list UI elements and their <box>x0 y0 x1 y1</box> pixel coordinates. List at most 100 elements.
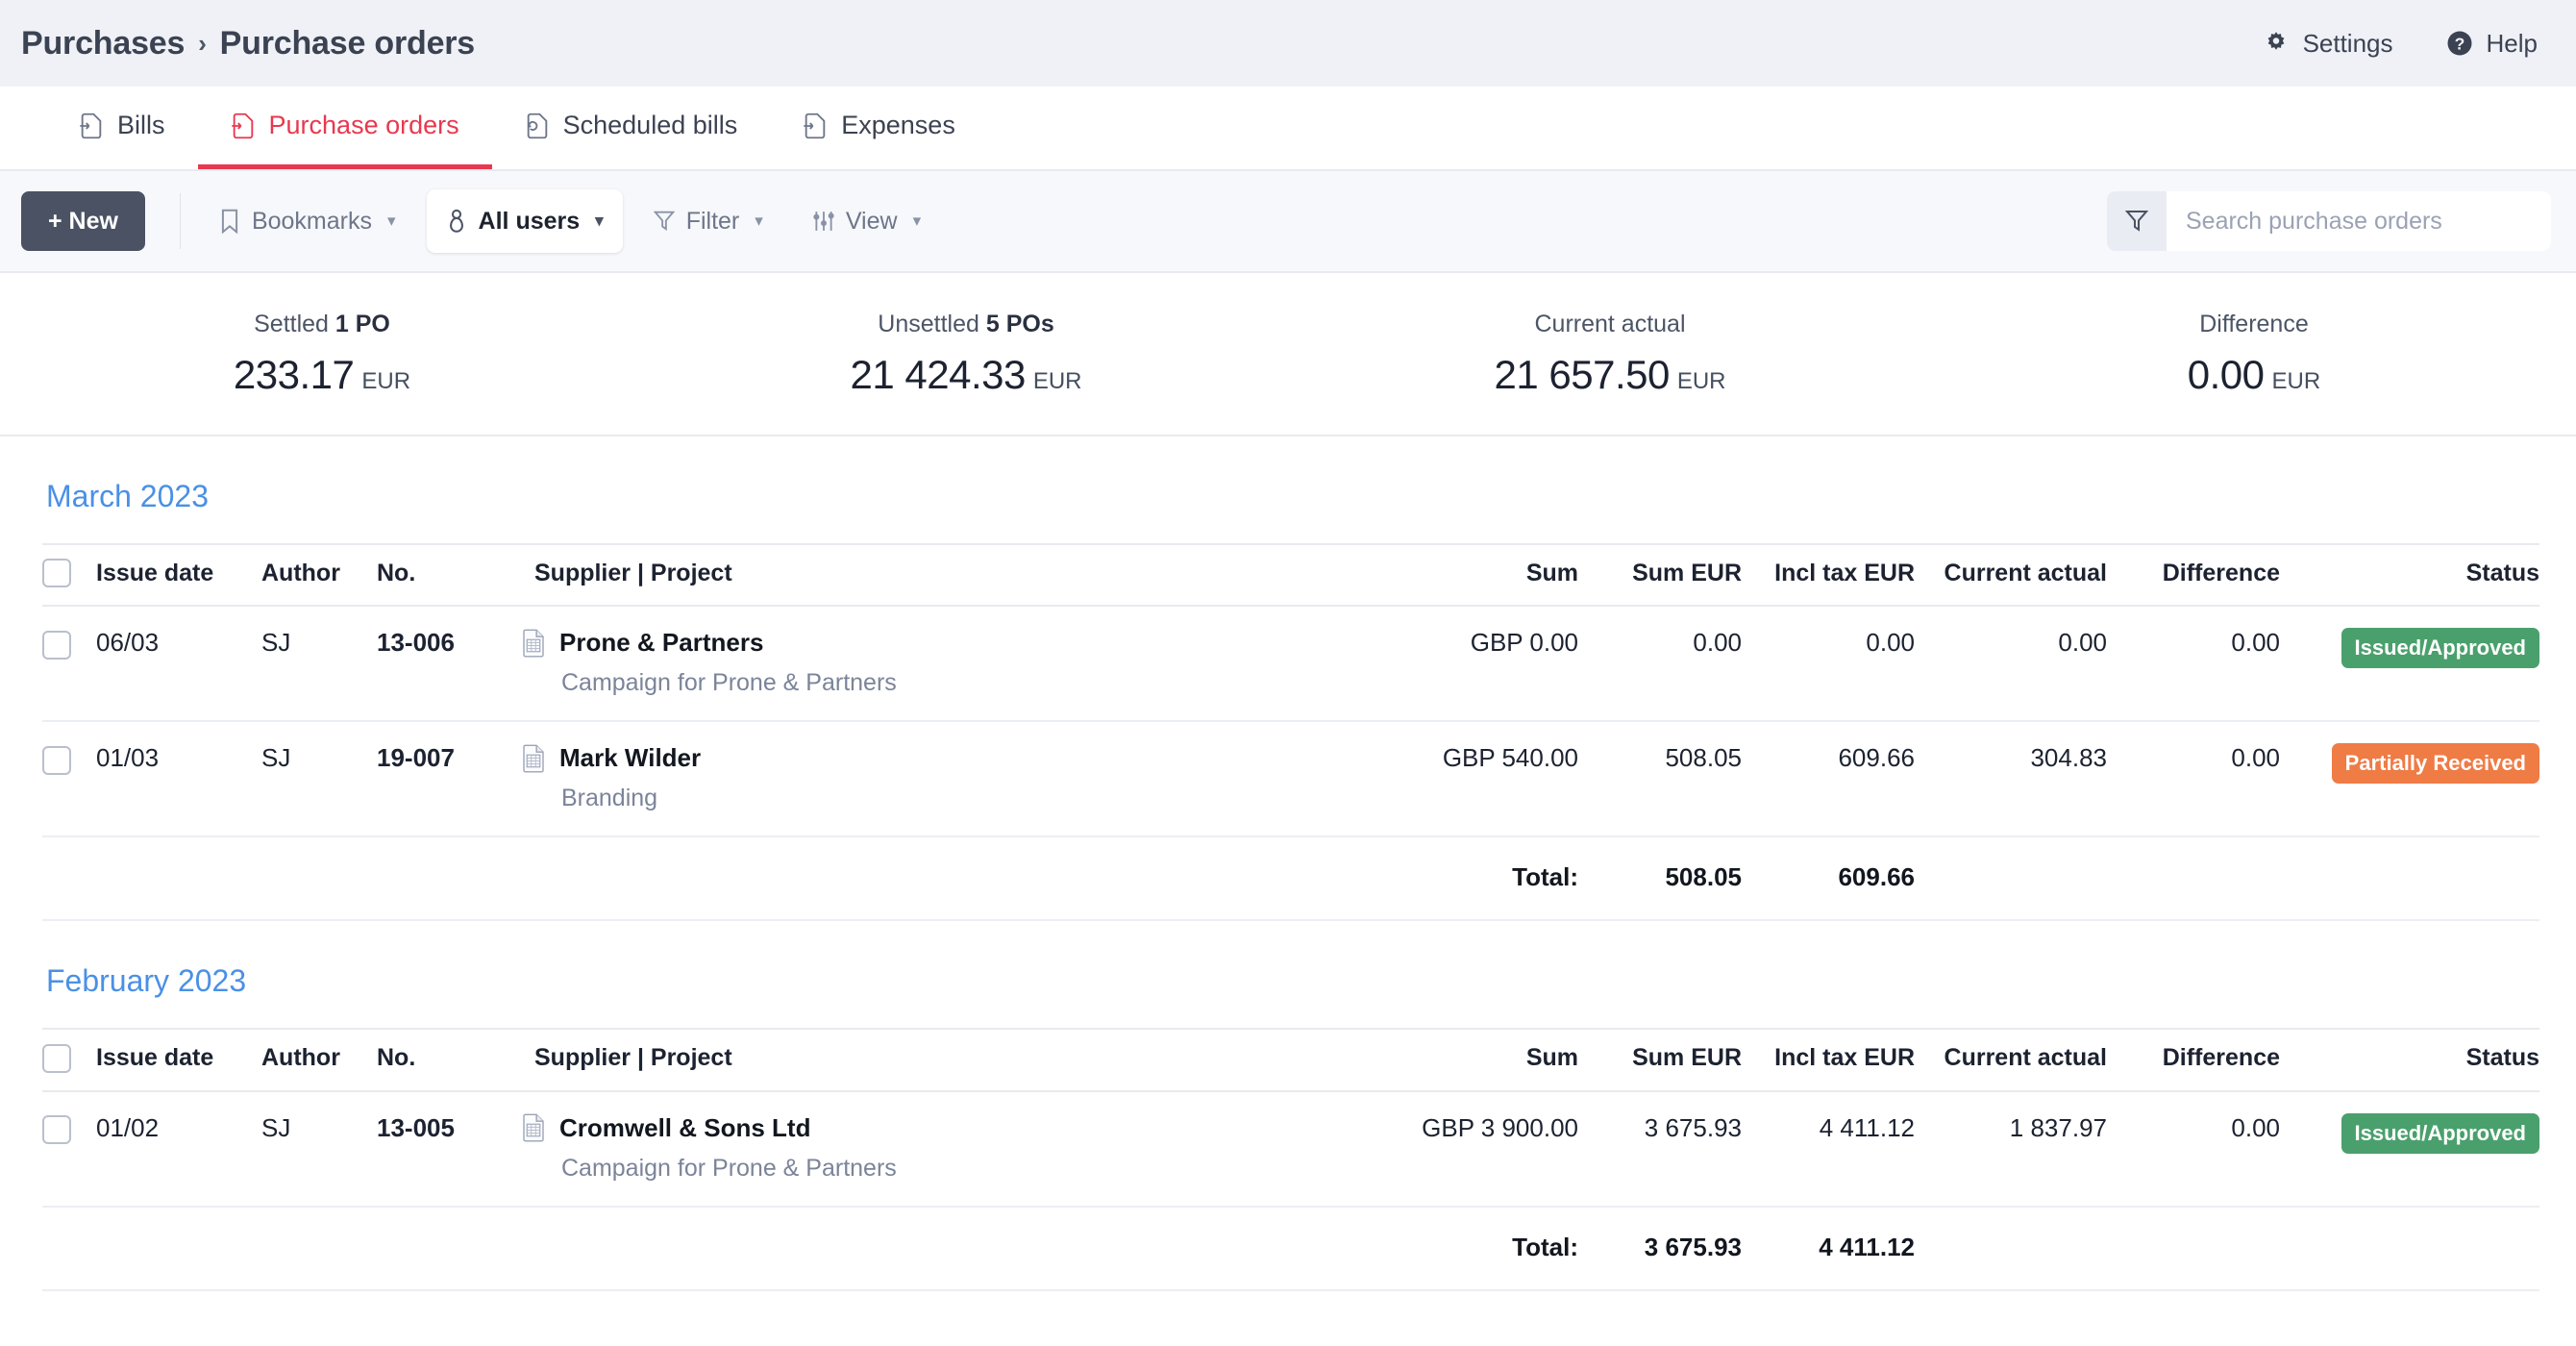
view-dropdown[interactable]: View ▾ <box>794 189 940 253</box>
column-supplier-project[interactable]: Supplier | Project <box>521 544 1367 606</box>
tab-bills-label: Bills <box>117 111 165 140</box>
gear-icon <box>2262 29 2291 58</box>
section-tabs: Bills Purchase orders Scheduled bills Ex… <box>0 87 2576 171</box>
column-current-actual[interactable]: Current actual <box>1915 1029 2107 1090</box>
search-filter-button[interactable] <box>2107 191 2167 251</box>
group-total-row: Total:508.05609.66 <box>42 836 2539 920</box>
column-incl-tax-eur[interactable]: Incl tax EUR <box>1742 1029 1915 1090</box>
settings-button[interactable]: Settings <box>2262 29 2393 59</box>
tab-scheduled-bills[interactable]: Scheduled bills <box>492 87 771 169</box>
column-current-actual[interactable]: Current actual <box>1915 544 2107 606</box>
column-author[interactable]: Author <box>261 544 377 606</box>
status-badge[interactable]: Issued/Approved <box>2341 628 2539 668</box>
bookmarks-label: Bookmarks <box>252 208 372 236</box>
expense-document-icon <box>803 112 828 139</box>
breadcrumb-parent[interactable]: Purchases <box>21 25 185 62</box>
total-spacer <box>96 836 261 920</box>
tab-expenses[interactable]: Expenses <box>770 87 988 169</box>
column-status[interactable]: Status <box>2280 544 2539 606</box>
cell-no[interactable]: 13-005 <box>377 1091 521 1207</box>
column-issue-date[interactable]: Issue date <box>96 1029 261 1090</box>
table-row[interactable]: 01/02SJ13-005Cromwell & Sons LtdCampaign… <box>42 1091 2539 1207</box>
table-header-row: Issue dateAuthorNo.Supplier | ProjectSum… <box>42 1029 2539 1090</box>
project-name[interactable]: Campaign for Prone & Partners <box>561 1155 1367 1183</box>
cell-difference: 0.00 <box>2107 721 2280 836</box>
kpi-current-actual-amount: 21 657.50 <box>1494 352 1669 397</box>
kpi-settled-value: 233.17EUR <box>0 352 644 398</box>
breadcrumb: Purchases › Purchase orders <box>21 25 475 62</box>
supplier-name[interactable]: Cromwell & Sons Ltd <box>559 1113 810 1143</box>
kpi-difference-amount: 0.00 <box>2188 352 2265 397</box>
column-difference[interactable]: Difference <box>2107 1029 2280 1090</box>
bookmark-icon <box>219 209 240 234</box>
month-group-title[interactable]: March 2023 <box>42 479 2534 543</box>
status-badge[interactable]: Issued/Approved <box>2341 1113 2539 1154</box>
supplier-name[interactable]: Mark Wilder <box>559 743 701 773</box>
select-all-checkbox[interactable] <box>42 1044 71 1073</box>
column-no[interactable]: No. <box>377 544 521 606</box>
kpi-unsettled-currency: EUR <box>1033 368 1082 394</box>
table-row[interactable]: 06/03SJ13-006Prone & PartnersCampaign fo… <box>42 606 2539 721</box>
cell-current-actual: 0.00 <box>1915 606 2107 721</box>
cell-issue-date: 01/03 <box>96 721 261 836</box>
project-name[interactable]: Campaign for Prone & Partners <box>561 669 1367 697</box>
select-all-checkbox[interactable] <box>42 559 71 587</box>
table-row[interactable]: 01/03SJ19-007Mark WilderBrandingGBP 540.… <box>42 721 2539 836</box>
all-users-dropdown[interactable]: All users ▾ <box>427 189 623 253</box>
purchase-order-document-icon <box>231 112 256 139</box>
column-difference[interactable]: Difference <box>2107 544 2280 606</box>
column-sum[interactable]: Sum <box>1367 1029 1578 1090</box>
kpi-unsettled-value: 21 424.33EUR <box>644 352 1288 398</box>
cell-no[interactable]: 19-007 <box>377 721 521 836</box>
total-spacer <box>521 1207 1367 1290</box>
column-sum-eur[interactable]: Sum EUR <box>1578 1029 1742 1090</box>
tab-purchase-orders[interactable]: Purchase orders <box>198 87 492 169</box>
kpi-settled: Settled 1 PO 233.17EUR <box>0 311 644 398</box>
filter-dropdown[interactable]: Filter ▾ <box>634 189 782 253</box>
column-author[interactable]: Author <box>261 1029 377 1090</box>
new-button[interactable]: + New <box>21 191 145 251</box>
project-name[interactable]: Branding <box>561 785 1367 812</box>
row-checkbox[interactable] <box>42 631 71 660</box>
column-incl-tax-eur[interactable]: Incl tax EUR <box>1742 544 1915 606</box>
total-spacer <box>377 836 521 920</box>
cell-author: SJ <box>261 1091 377 1207</box>
top-bar-actions: Settings ? Help <box>2262 29 2538 59</box>
column-issue-date[interactable]: Issue date <box>96 544 261 606</box>
cell-no[interactable]: 13-006 <box>377 606 521 721</box>
help-label: Help <box>2487 29 2538 59</box>
total-spacer <box>2107 1207 2280 1290</box>
kpi-difference: Difference 0.00EUR <box>1932 311 2576 398</box>
cell-sum: GBP 540.00 <box>1367 721 1578 836</box>
column-sum[interactable]: Sum <box>1367 544 1578 606</box>
supplier-name[interactable]: Prone & Partners <box>559 628 763 658</box>
month-group: March 2023Issue dateAuthorNo.Supplier | … <box>42 436 2534 921</box>
total-spacer <box>2280 1207 2539 1290</box>
cell-incl-tax-eur: 4 411.12 <box>1742 1091 1915 1207</box>
column-status[interactable]: Status <box>2280 1029 2539 1090</box>
purchase-order-file-icon <box>521 1113 546 1142</box>
status-badge[interactable]: Partially Received <box>2332 743 2539 784</box>
row-checkbox[interactable] <box>42 1115 71 1144</box>
group-total-row: Total:3 675.934 411.12 <box>42 1207 2539 1290</box>
chevron-down-icon: ▾ <box>387 212 396 231</box>
kpi-unsettled-count: 5 POs <box>986 311 1054 337</box>
column-no[interactable]: No. <box>377 1029 521 1090</box>
kpi-settled-count: 1 PO <box>335 311 390 337</box>
kpi-settled-currency: EUR <box>361 368 410 394</box>
total-sum-eur: 3 675.93 <box>1578 1207 1742 1290</box>
help-button[interactable]: ? Help <box>2445 29 2538 59</box>
tab-bills[interactable]: Bills <box>46 87 198 169</box>
month-group-title[interactable]: February 2023 <box>42 963 2534 1028</box>
filter-funnel-icon <box>2125 209 2148 234</box>
bookmarks-dropdown[interactable]: Bookmarks ▾ <box>200 189 415 253</box>
row-checkbox[interactable] <box>42 746 71 775</box>
purchase-order-file-icon <box>521 744 546 773</box>
total-spacer <box>96 1207 261 1290</box>
column-supplier-project[interactable]: Supplier | Project <box>521 1029 1367 1090</box>
column-sum-eur[interactable]: Sum EUR <box>1578 544 1742 606</box>
breadcrumb-current: Purchase orders <box>220 25 475 62</box>
search-input[interactable] <box>2167 191 2551 251</box>
purchase-orders-table: Issue dateAuthorNo.Supplier | ProjectSum… <box>42 543 2539 921</box>
cell-author: SJ <box>261 606 377 721</box>
